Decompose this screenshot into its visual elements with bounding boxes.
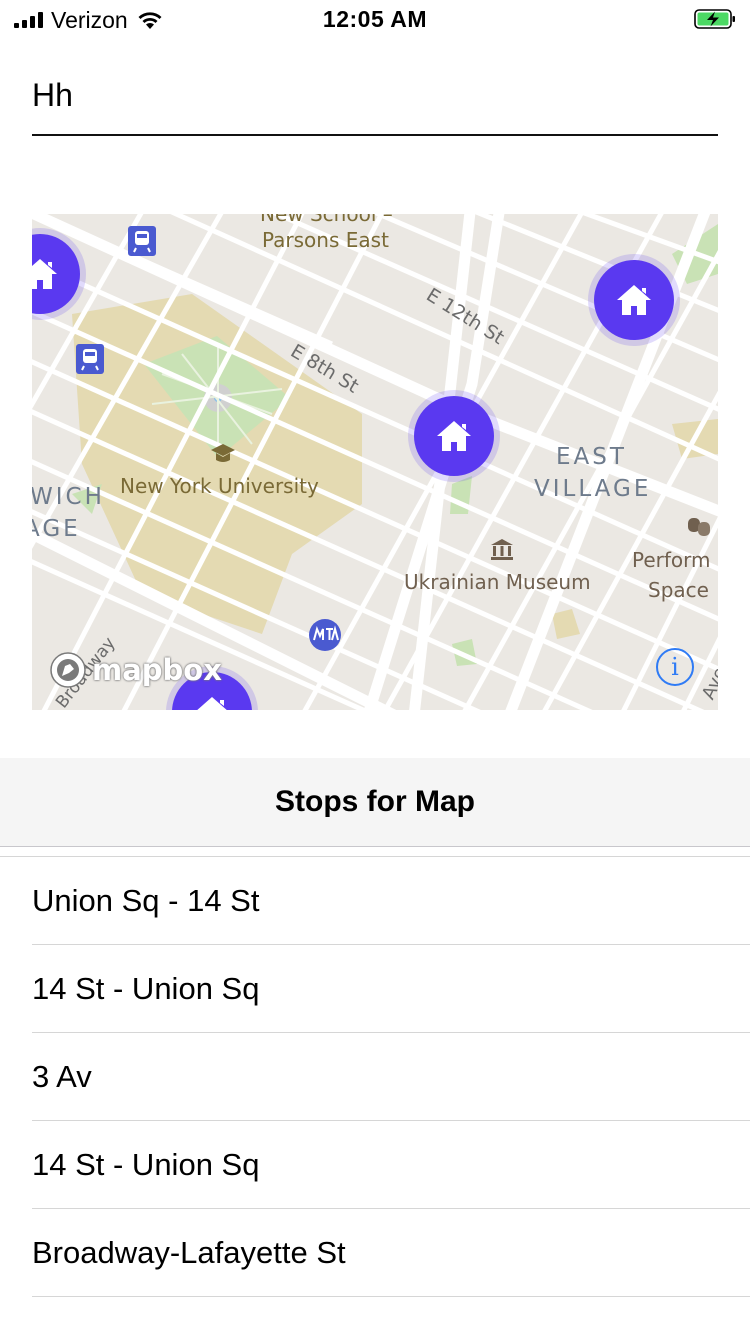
map-label-new-school-2: Parsons East [262,228,389,252]
house-icon [32,259,57,289]
museum-icon [491,539,513,560]
university-icon [211,444,235,462]
house-icon [197,697,227,710]
stop-name: 14 St - Union Sq [32,1146,260,1182]
house-icon [617,285,651,315]
mapbox-logo-icon [50,652,86,688]
stops-title: Stops for Map [275,785,475,818]
map-label-east: EAST [556,444,627,470]
list-item[interactable]: 14 St - Union Sq [32,1121,750,1209]
house-icon [437,421,471,451]
stop-name: Union Sq - 14 St [32,882,260,918]
stop-pin[interactable] [594,260,674,340]
map-label-village: VILLAGE [534,476,652,502]
map-label-ukrainian-museum: Ukrainian Museum [404,570,591,594]
theater-icon [688,518,710,536]
mta-icon [309,619,341,651]
search-field[interactable] [32,60,718,136]
map-label-age: AGE [32,516,81,542]
map-label-new-school-1: New School – [260,214,393,226]
map-label-space: Space [648,578,709,602]
train-icon [128,226,156,256]
status-time: 12:05 AM [322,6,428,32]
map-label-nyu: New York University [120,474,319,498]
battery-charging-icon [694,9,735,29]
stop-name: Broadway-Lafayette St [32,1234,346,1270]
list-item[interactable]: 14 St - Union Sq [32,945,750,1033]
stops-list: Union Sq - 14 St 14 St - Union Sq 3 Av 1… [0,856,750,1297]
mapbox-wordmark: mapbox [92,653,222,687]
stop-name: 3 Av [32,1058,92,1094]
status-bar: Verizon 12:05 AM [0,0,750,40]
mapbox-logo: mapbox [48,650,222,690]
map-view[interactable]: New School – Parsons East E 12th St E 8t… [32,214,718,710]
stops-section-header: Stops for Map [0,758,750,847]
map-label-perform: Perform [632,548,711,572]
list-item[interactable]: 3 Av [32,1033,750,1121]
train-icon [76,344,104,374]
map-info-button[interactable]: i [656,648,694,686]
list-item[interactable]: Union Sq - 14 St [32,857,750,945]
search-input[interactable] [32,60,718,130]
stop-name: 14 St - Union Sq [32,970,260,1006]
map-label-wich: WICH [32,484,105,510]
stop-pin[interactable] [414,396,494,476]
list-item[interactable]: Broadway-Lafayette St [32,1209,750,1297]
